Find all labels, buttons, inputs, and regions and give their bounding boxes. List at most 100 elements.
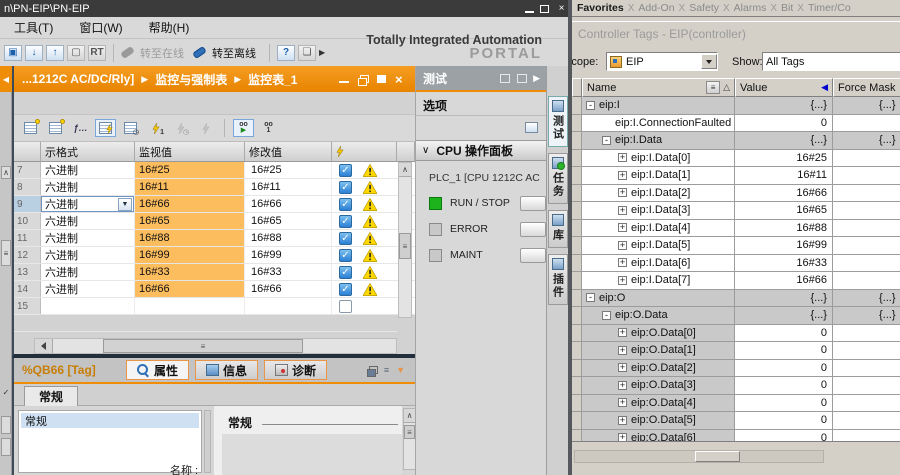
tag-force-mask-cell[interactable] <box>833 115 900 132</box>
watch-table-horizontal-scrollbar[interactable]: ≡ <box>34 338 397 354</box>
expand-left-panel-arrow[interactable]: ◀ <box>0 66 12 92</box>
row-number-cell[interactable]: 14 <box>14 281 41 297</box>
start-runtime-icon[interactable]: RT <box>88 45 106 61</box>
tag-value-cell[interactable]: {...} <box>735 307 833 324</box>
tag-name-cell[interactable]: + eip:O.Data[1] <box>582 342 735 359</box>
display-format-cell[interactable]: 六进制 ▼ <box>41 247 135 263</box>
expand-collapse-icon[interactable]: + <box>618 153 627 162</box>
modify-value-cell[interactable]: 16#33 <box>245 264 332 280</box>
modify-value-cell[interactable]: 16#11 <box>245 179 332 195</box>
expand-collapse-icon[interactable]: - <box>586 293 595 302</box>
tag-value-cell[interactable]: {...} <box>735 132 833 149</box>
tag-row[interactable]: + eip:O.Data[3] 0 <box>572 377 900 395</box>
display-format-cell[interactable]: ▼ <box>41 298 135 314</box>
tag-name-cell[interactable]: eip:I.ConnectionFaulted <box>582 115 735 132</box>
display-format-cell[interactable]: 六进制 ▼ <box>41 196 135 212</box>
expand-collapse-icon[interactable]: + <box>618 381 627 390</box>
row-selector-cell[interactable] <box>572 132 582 149</box>
monitor-value-cell[interactable]: 16#65 <box>135 213 245 229</box>
palette-tab[interactable]: Bit <box>779 2 795 14</box>
force-mask-column-header[interactable]: Force Mask <box>833 78 900 97</box>
row-selector-cell[interactable] <box>572 412 582 429</box>
window-layout-icon[interactable]: ❏ <box>298 45 316 61</box>
tag-force-mask-cell[interactable]: {...} <box>833 97 900 114</box>
add-row-icon[interactable] <box>45 119 66 137</box>
task-card-tab[interactable]: 任务 <box>548 153 568 204</box>
value-column-header[interactable]: Value ◀ <box>735 78 833 97</box>
expand-collapse-icon[interactable]: + <box>618 346 627 355</box>
tag-force-mask-cell[interactable] <box>833 342 900 359</box>
monitor-value-cell[interactable]: 16#33 <box>135 264 245 280</box>
tag-name-cell[interactable]: + eip:I.Data[4] <box>582 220 735 237</box>
tag-value-cell[interactable]: 0 <box>735 430 833 442</box>
tag-force-mask-cell[interactable] <box>833 325 900 342</box>
modify-with-trigger-icon[interactable]: ◷ <box>170 119 191 137</box>
tag-force-mask-cell[interactable]: {...} <box>833 307 900 324</box>
row-selector-cell[interactable] <box>572 325 582 342</box>
row-selector-cell[interactable] <box>572 185 582 202</box>
modify-value-cell[interactable]: 16#66 <box>245 281 332 297</box>
tag-name-cell[interactable]: + eip:I.Data[3] <box>582 202 735 219</box>
tag-force-mask-cell[interactable] <box>833 220 900 237</box>
modify-value-cell[interactable] <box>245 298 332 314</box>
cpu-panel-button[interactable] <box>520 248 546 263</box>
go-offline-label[interactable]: 转至离线 <box>212 45 256 61</box>
expand-collapse-icon[interactable]: + <box>618 328 627 337</box>
modify-value-cell[interactable]: 16#65 <box>245 213 332 229</box>
name-filter-icon[interactable]: ≡ <box>706 81 720 94</box>
general-subtab[interactable]: 常规 <box>24 386 78 406</box>
name-column-header[interactable]: Name ≡ △ <box>582 78 735 97</box>
tag-row[interactable]: eip:I.ConnectionFaulted 0 <box>572 115 900 133</box>
tag-name-cell[interactable]: + eip:O.Data[0] <box>582 325 735 342</box>
display-format-cell[interactable]: 六进制 ▼ <box>41 264 135 280</box>
toolbar-overflow-icon[interactable]: ▶ <box>319 48 325 57</box>
editor-maximize-icon[interactable] <box>377 75 386 83</box>
tag-row[interactable]: - eip:I {...} {...} <box>572 97 900 115</box>
panel-expand-icon[interactable]: ▶ <box>533 73 540 84</box>
expand-collapse-icon[interactable]: + <box>618 171 627 180</box>
cpu-panel-button[interactable] <box>520 196 546 211</box>
tag-name-cell[interactable]: + eip:I.Data[6] <box>582 255 735 272</box>
panel-button[interactable] <box>1 416 11 434</box>
watch-table-row[interactable]: 10 六进制 ▼ 16#65 16#65 ✓ <box>14 213 415 230</box>
monitor-value-cell[interactable]: 16#11 <box>135 179 245 195</box>
modify-column-header[interactable]: 修改值 <box>245 142 332 162</box>
tag-row[interactable]: + eip:I.Data[6] 16#33 <box>572 255 900 273</box>
row-selector-cell[interactable] <box>572 167 582 184</box>
expand-collapse-icon[interactable]: + <box>618 188 627 197</box>
tag-name-cell[interactable]: + eip:O.Data[4] <box>582 395 735 412</box>
panel-button[interactable] <box>1 438 11 456</box>
tag-row[interactable]: + eip:O.Data[0] 0 <box>572 325 900 343</box>
row-number-cell[interactable]: 11 <box>14 230 41 246</box>
float-window-icon[interactable] <box>525 122 538 133</box>
horizontal-scroll-thumb[interactable]: ≡ <box>103 339 303 353</box>
tag-force-mask-cell[interactable] <box>833 237 900 254</box>
tag-value-cell[interactable]: 0 <box>735 360 833 377</box>
tag-row[interactable]: + eip:I.Data[0] 16#25 <box>572 150 900 168</box>
tag-force-mask-cell[interactable] <box>833 360 900 377</box>
controller-tags-title-bar[interactable]: Controller Tags - EIP(controller) <box>572 21 900 45</box>
save-project-icon[interactable]: ▣ <box>4 45 22 61</box>
row-selector-cell[interactable] <box>572 395 582 412</box>
tag-force-mask-cell[interactable] <box>833 167 900 184</box>
modify-enable-checkbox[interactable]: ✓ <box>339 198 352 211</box>
tag-force-mask-cell[interactable]: {...} <box>833 290 900 307</box>
row-selector-cell[interactable] <box>572 360 582 377</box>
display-format-cell[interactable]: 六进制 ▼ <box>41 230 135 246</box>
tia-title-bar[interactable]: n\PN-EIP\PN-EIP × <box>0 0 572 17</box>
tag-grid-horizontal-scrollbar[interactable] <box>574 450 824 463</box>
monitor-value-cell[interactable]: 16#66 <box>135 281 245 297</box>
tag-value-cell[interactable]: 16#25 <box>735 150 833 167</box>
inspector-splitter[interactable] <box>204 410 211 473</box>
close-icon[interactable]: × <box>555 3 568 14</box>
tag-name-cell[interactable]: - eip:I.Data <box>582 132 735 149</box>
panel-restore-icon[interactable] <box>500 74 510 83</box>
scope-dropdown-icon[interactable] <box>701 54 717 69</box>
task-card-tab[interactable]: 测试 <box>548 96 568 147</box>
palette-tab[interactable]: Safety <box>687 2 721 14</box>
expand-collapse-icon[interactable]: - <box>586 101 595 110</box>
sort-ascending-icon[interactable]: △ <box>723 82 730 93</box>
tag-value-cell[interactable]: 16#66 <box>735 185 833 202</box>
tag-force-mask-cell[interactable] <box>833 412 900 429</box>
start-simulation-icon[interactable]: ▢ <box>67 45 85 61</box>
